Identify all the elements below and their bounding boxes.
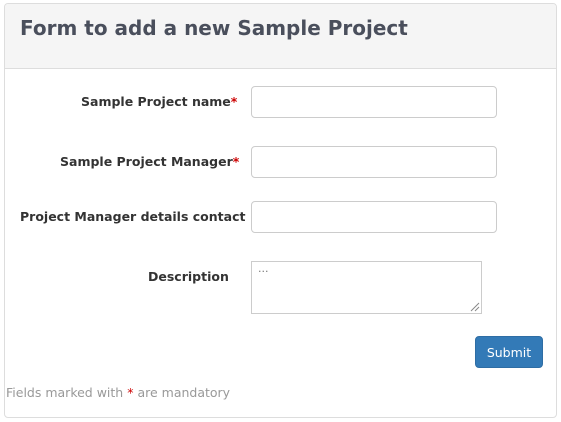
description-label: Description [148, 269, 229, 284]
description-placeholder: ... [258, 262, 269, 275]
project-manager-label: Sample Project Manager* [60, 154, 240, 169]
project-manager-input[interactable] [251, 146, 497, 178]
description-textarea[interactable]: ... [251, 261, 482, 314]
mandatory-fields-note: Fields marked with * are mandatory [6, 385, 231, 400]
required-marker: * [127, 385, 134, 400]
manager-contact-input[interactable] [251, 201, 497, 233]
submit-button[interactable]: Submit [475, 336, 543, 368]
project-name-label: Sample Project name* [81, 94, 238, 109]
form-title: Form to add a new Sample Project [20, 16, 408, 40]
sample-project-form-panel: Form to add a new Sample Project Sample … [4, 3, 557, 418]
panel-heading: Form to add a new Sample Project [5, 4, 556, 69]
manager-contact-label: Project Manager details contact [20, 209, 246, 224]
required-marker: * [230, 94, 238, 109]
project-name-input[interactable] [251, 86, 497, 118]
resize-grip-icon[interactable] [469, 301, 480, 312]
required-marker: * [232, 154, 240, 169]
